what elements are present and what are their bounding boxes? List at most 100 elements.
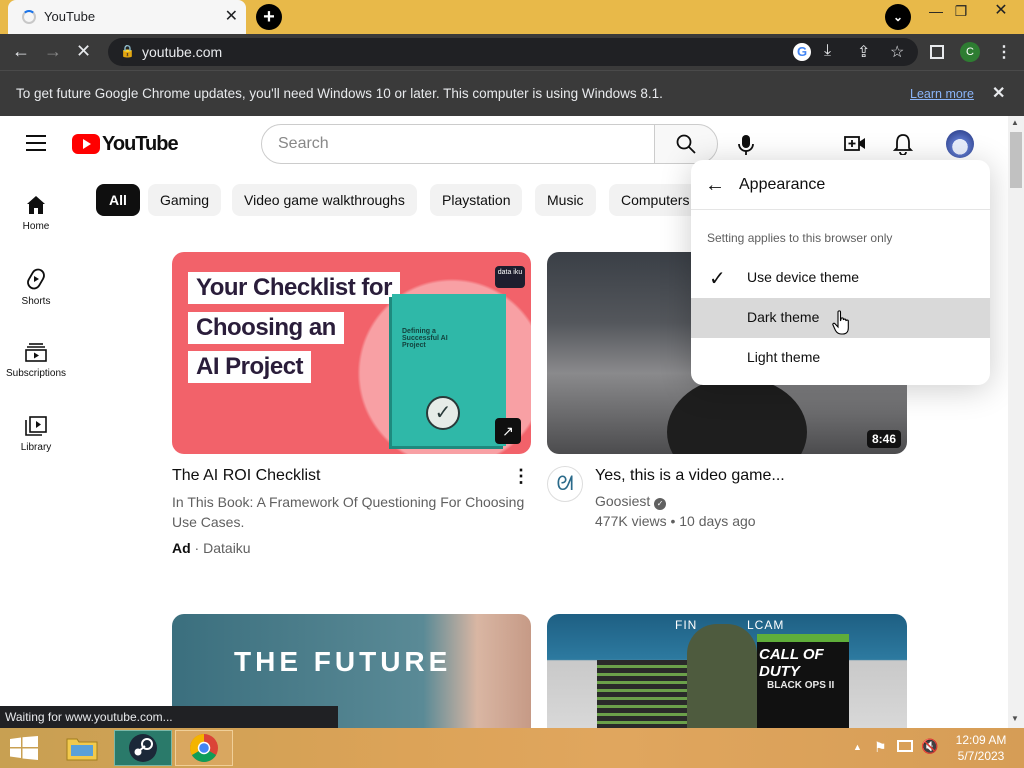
theme-option-device[interactable]: ✓ Use device theme: [691, 258, 990, 298]
video-duration: 8:46: [866, 430, 901, 448]
learn-more-link[interactable]: Learn more: [910, 87, 974, 101]
sidebar-item-label: Home: [22, 221, 50, 232]
steam-icon: [129, 734, 157, 762]
video-thumbnail[interactable]: FIN LCAM CALL OF DUTY BLACK OPS II: [547, 614, 907, 728]
profile-avatar[interactable]: C: [960, 42, 980, 62]
share-icon[interactable]: ⇪: [857, 42, 870, 62]
taskbar-steam[interactable]: [114, 730, 172, 766]
tab-search-button[interactable]: ⌄: [885, 4, 911, 30]
video-description: In This Book: A Framework Of Questioning…: [172, 494, 525, 530]
menu-note: Setting applies to this browser only: [707, 231, 893, 245]
thumbnail-heading-line: Choosing an: [188, 312, 344, 344]
chip-all[interactable]: All: [96, 184, 140, 216]
browser-tab[interactable]: YouTube ✕: [8, 0, 246, 34]
bookmark-star-icon[interactable]: ☆: [890, 42, 904, 62]
stop-loading-icon[interactable]: ✕: [76, 41, 91, 62]
game-title: CALL OF DUTY: [759, 646, 824, 680]
lock-icon[interactable]: 🔒: [120, 44, 135, 58]
tab-title: YouTube: [44, 9, 96, 24]
chip-playstation[interactable]: Playstation: [430, 184, 523, 216]
windows-start-icon[interactable]: [10, 736, 38, 760]
menu-hamburger-icon[interactable]: [26, 135, 46, 151]
back-arrow-icon[interactable]: ←: [705, 174, 725, 197]
forward-arrow-icon[interactable]: →: [44, 41, 62, 62]
info-bar-text: To get future Google Chrome updates, you…: [16, 86, 663, 101]
scrollbar-thumb[interactable]: [1010, 132, 1022, 188]
search-button[interactable]: [654, 124, 718, 164]
book-title: Defining a Successful AI Project: [402, 328, 448, 349]
back-arrow-icon[interactable]: ←: [12, 41, 30, 62]
clock-date: 5/7/2023: [957, 749, 1005, 763]
close-window-button[interactable]: ✕: [981, 2, 1021, 22]
check-icon: ✓: [709, 268, 726, 290]
theme-option-label: Dark theme: [747, 309, 820, 325]
taskbar-clock[interactable]: 12:09 AM 5/7/2023: [946, 732, 1016, 764]
action-center-flag-icon[interactable]: ⚑: [874, 739, 887, 756]
hand-cursor-icon: [832, 310, 849, 335]
video-title[interactable]: The AI ROI Checklist: [172, 467, 321, 485]
theme-option-label: Light theme: [747, 349, 821, 365]
taskbar-file-explorer[interactable]: [54, 730, 112, 766]
thumbnail-text: THE FUTURE: [234, 646, 452, 677]
sidebar-item-shorts[interactable]: Shorts: [0, 268, 72, 307]
divider: [691, 209, 990, 210]
checkmark-icon: ✓: [426, 396, 460, 430]
google-lens-icon[interactable]: G: [793, 43, 811, 61]
video-thumbnail-ad[interactable]: Your Checklist for Choosing an AI Projec…: [172, 252, 531, 454]
clock-time: 12:09 AM: [955, 733, 1007, 747]
video-stats: 477K views • 10 days ago: [595, 513, 756, 529]
shorts-icon: [27, 268, 45, 290]
user-avatar[interactable]: [946, 130, 974, 158]
restore-button[interactable]: ❐: [946, 2, 976, 22]
new-tab-button[interactable]: +: [256, 4, 282, 30]
home-icon: [27, 196, 45, 214]
channel-name[interactable]: Goosiest ✓: [595, 493, 667, 510]
youtube-play-icon: [72, 134, 100, 154]
subscriptions-icon: [25, 343, 47, 362]
channel-name-text: Goosiest: [595, 493, 651, 509]
microphone-icon[interactable]: [737, 134, 755, 156]
thumbnail-heading-line: Your Checklist for: [188, 272, 400, 304]
scroll-down-icon[interactable]: ▼: [1011, 714, 1019, 723]
more-options-icon[interactable]: ⋮: [512, 466, 530, 487]
show-hidden-icons-icon[interactable]: ▲: [853, 742, 862, 752]
video-title[interactable]: Yes, this is a video game...: [595, 467, 785, 485]
loading-spinner-icon: [22, 10, 36, 24]
sidebar-item-home[interactable]: Home: [0, 195, 72, 232]
search-icon: [676, 134, 696, 154]
install-app-icon[interactable]: ⤓: [824, 42, 831, 60]
channel-name[interactable]: Dataiku: [203, 540, 250, 556]
page-scrollbar[interactable]: [1008, 116, 1024, 728]
chip-music[interactable]: Music: [535, 184, 596, 216]
thumbnail-heading-line: AI Project: [188, 351, 312, 383]
external-link-icon[interactable]: ↗: [495, 418, 521, 444]
status-bubble: Waiting for www.youtube.com...: [0, 706, 338, 728]
sidebar-item-subscriptions[interactable]: Subscriptions: [0, 342, 72, 379]
game-subtitle: BLACK OPS II: [767, 680, 835, 691]
theme-option-light[interactable]: Light theme: [691, 338, 990, 378]
side-panel-icon[interactable]: [930, 45, 944, 59]
appearance-menu: ← Appearance Setting applies to this bro…: [691, 160, 990, 385]
volume-muted-icon[interactable]: 🔇: [921, 738, 938, 755]
ad-label: Ad: [172, 540, 191, 556]
channel-avatar[interactable]: ᘛ: [547, 466, 583, 502]
taskbar-chrome[interactable]: [175, 730, 233, 766]
chip-gaming[interactable]: Gaming: [148, 184, 222, 216]
chip-video-game-walkthroughs[interactable]: Video game walkthroughs: [232, 184, 417, 216]
scroll-up-icon[interactable]: ▲: [1011, 118, 1019, 127]
folder-icon: [66, 738, 98, 761]
notifications-bell-icon[interactable]: [893, 133, 913, 155]
chrome-menu-icon[interactable]: ⋮: [996, 42, 1012, 62]
tab-close-icon[interactable]: ✕: [225, 6, 238, 26]
sidebar-item-library[interactable]: Library: [0, 416, 72, 453]
youtube-logo-text: YouTube: [102, 133, 179, 155]
url-text[interactable]: youtube.com: [142, 44, 222, 60]
thumbnail-text: FIN: [675, 618, 698, 632]
network-icon[interactable]: [897, 740, 913, 752]
info-bar-close-icon[interactable]: ✕: [992, 83, 1005, 103]
create-video-icon[interactable]: [844, 134, 866, 154]
verified-icon: ✓: [654, 498, 667, 510]
search-input[interactable]: Search: [261, 124, 655, 164]
theme-option-label: Use device theme: [747, 269, 860, 285]
chrome-icon: [190, 734, 218, 762]
